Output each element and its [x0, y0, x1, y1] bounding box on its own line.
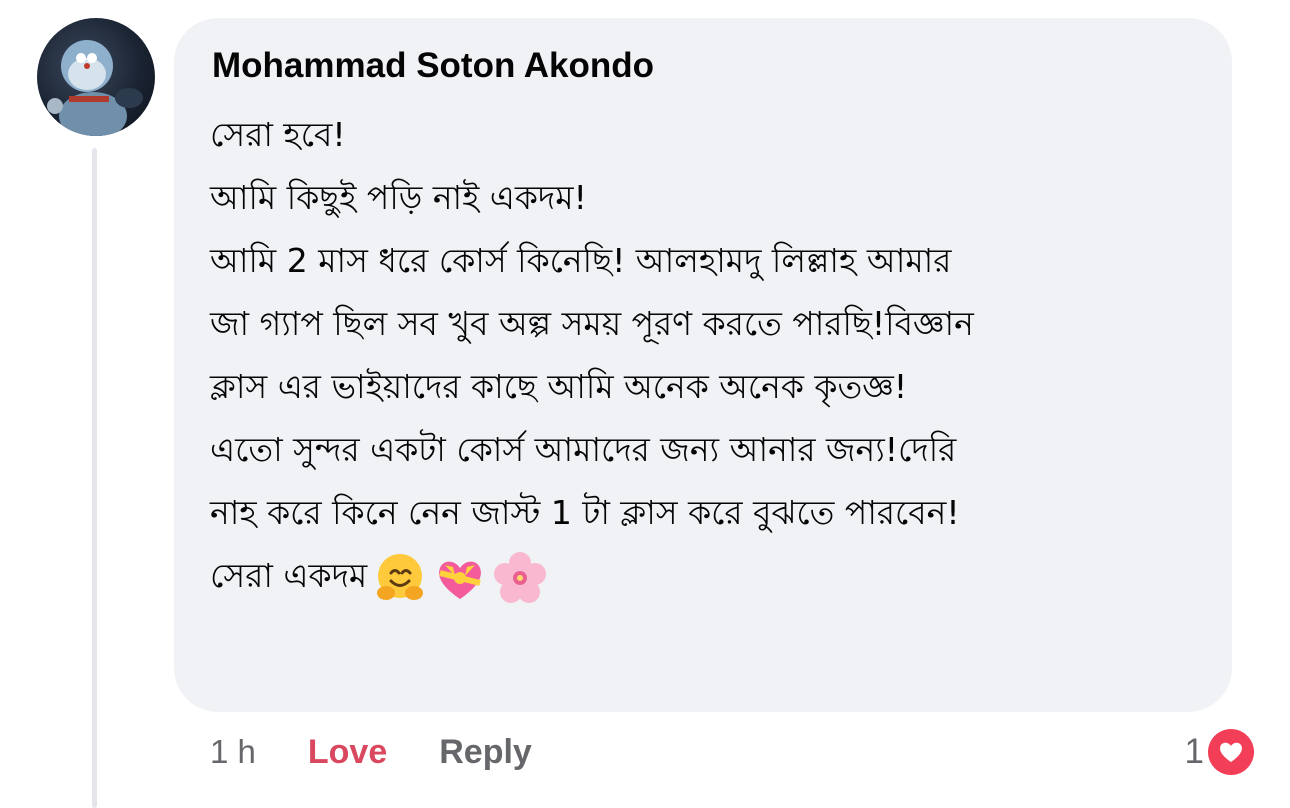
comment-line: সেরা হবে! — [210, 115, 346, 154]
heart-icon — [1208, 729, 1254, 775]
comment-line: জা গ্যাপ ছিল সব খুব অল্প সময় পূরণ করতে … — [210, 304, 974, 343]
reaction-count: 1 — [1184, 732, 1204, 771]
comment-author-name[interactable]: Mohammad Soton Akondo — [212, 44, 654, 88]
avatar[interactable] — [37, 18, 155, 136]
comment-thread: Mohammad Soton Akondo সেরা হবে! আমি কিছু… — [0, 0, 1290, 808]
comment-line: ক্লাস এর ভাইয়াদের কাছে আমি অনেক অনেক কৃ… — [210, 367, 908, 406]
reply-button[interactable]: Reply — [439, 733, 532, 772]
comment-line: নাহ করে কিনে নেন জাস্ট 1 টা ক্লাস করে বু… — [210, 493, 960, 532]
avatar-image — [47, 40, 143, 136]
heart-with-ribbon-emoji — [431, 549, 489, 607]
emoji-group — [371, 549, 549, 607]
thread-connector-line — [92, 148, 97, 808]
comment-text: সেরা হবে! আমি কিছুই পড়ি নাই একদম! আমি 2… — [210, 103, 1210, 607]
comment-actions: 1 h Love Reply — [210, 728, 532, 776]
comment-line: এতো সুন্দর একটা কোর্স আমাদের জন্য আনার জ… — [210, 430, 957, 469]
reaction-summary[interactable]: 1 — [1185, 728, 1254, 776]
cherry-blossom-emoji — [491, 549, 549, 607]
comment-line: সেরা একদম — [210, 556, 368, 595]
comment-timestamp[interactable]: 1 h — [210, 733, 256, 771]
comment-line: আমি 2 মাস ধরে কোর্স কিনেছি! আলহামদু লিল্… — [210, 241, 952, 280]
comment-line: আমি কিছুই পড়ি নাই একদম! — [210, 178, 587, 217]
love-button[interactable]: Love — [308, 733, 387, 772]
hugging-face-emoji — [371, 549, 429, 607]
comment-last-line: সেরা একদম — [210, 544, 1210, 607]
